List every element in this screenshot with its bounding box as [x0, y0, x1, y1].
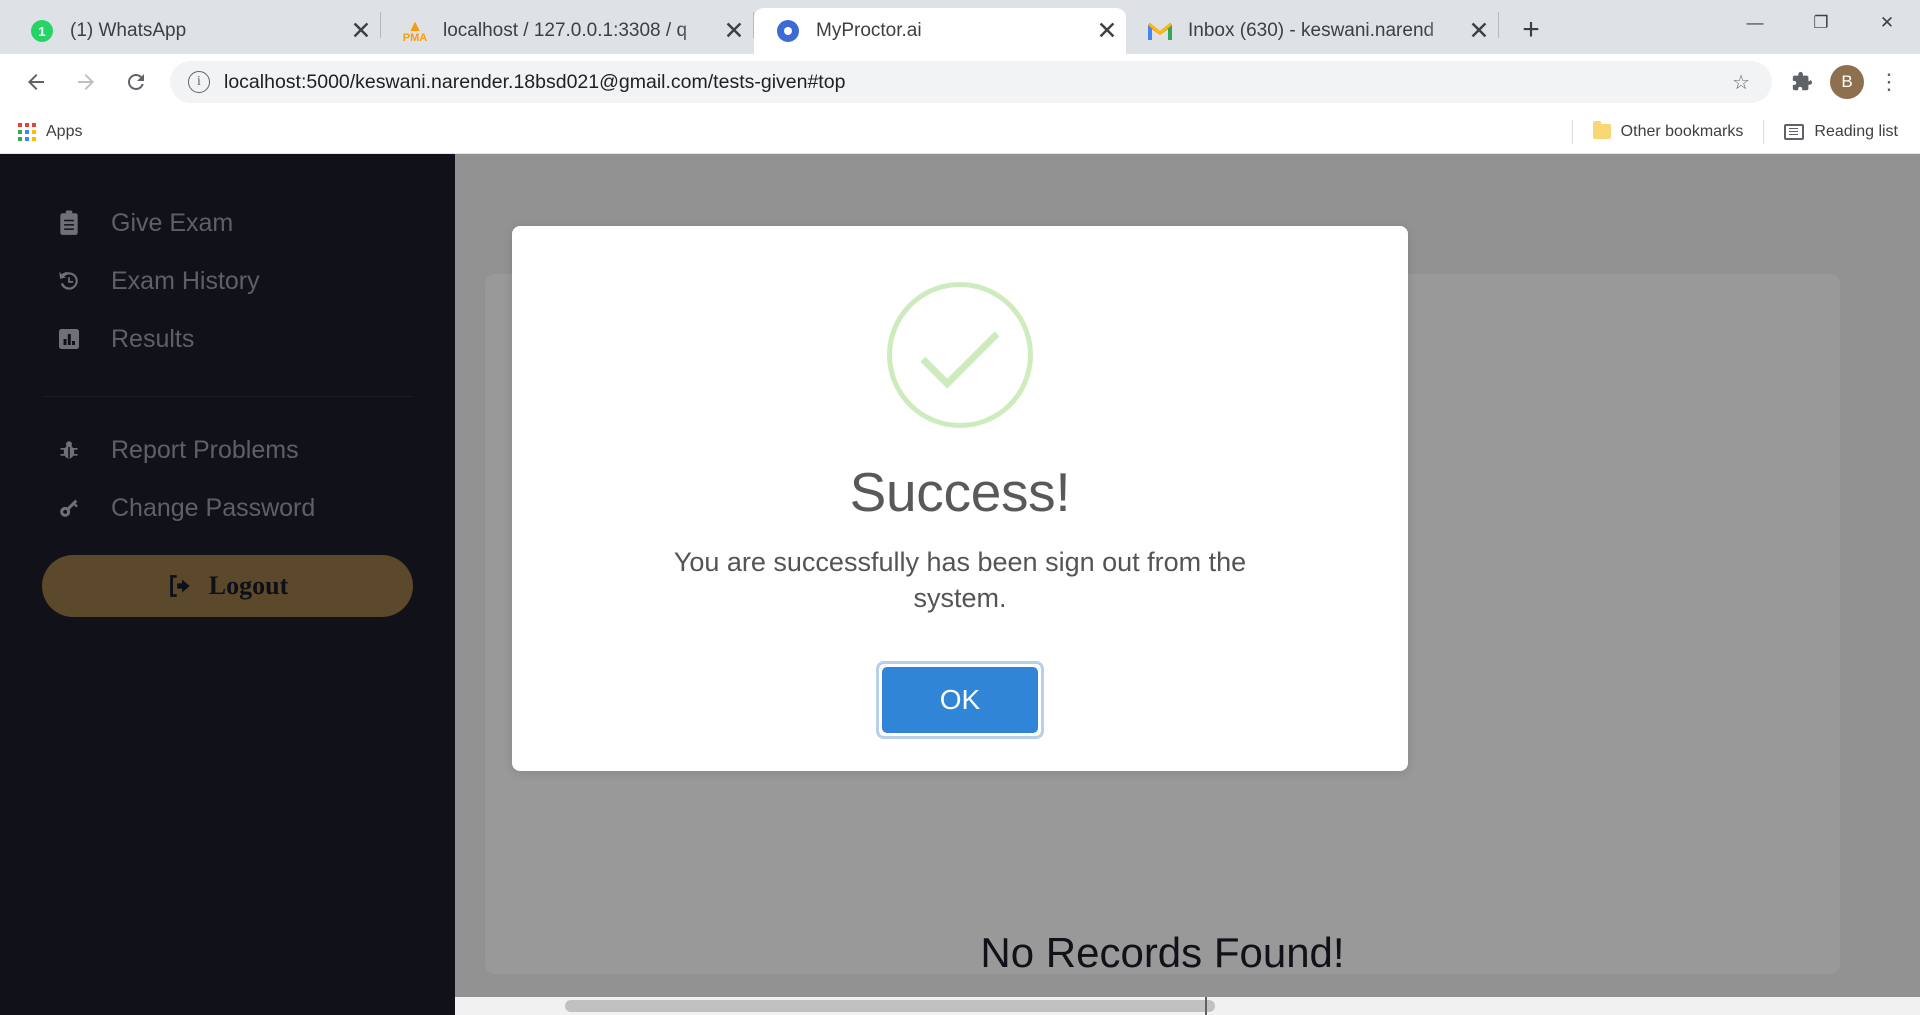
scrollbar-thumb[interactable]	[565, 1000, 1215, 1012]
tab-separator	[1498, 12, 1499, 38]
tab-close-button[interactable]: ✕	[1462, 14, 1496, 48]
ok-button-focus-ring: OK	[875, 660, 1045, 739]
minimize-button[interactable]: —	[1722, 0, 1788, 46]
profile-avatar[interactable]: B	[1830, 65, 1864, 99]
other-bookmarks-label: Other bookmarks	[1620, 122, 1744, 140]
reading-list-label: Reading list	[1814, 122, 1898, 140]
chrome-menu-button[interactable]: ⋮	[1872, 69, 1906, 95]
window-controls: — ❐ ✕	[1722, 0, 1920, 46]
tab-close-button[interactable]: ✕	[1090, 14, 1124, 48]
success-modal: Success! You are successfully has been s…	[512, 226, 1408, 771]
reload-button[interactable]	[114, 60, 158, 104]
chrome-browser-window: 1 (1) WhatsApp ✕ ▲ PMA localhost / 127.0.…	[0, 0, 1920, 1015]
browser-toolbar: i localhost:5000/keswani.narender.18bsd0…	[0, 54, 1920, 110]
bookmarks-bar: Apps Other bookmarks Reading list	[0, 110, 1920, 154]
whatsapp-icon: 1	[30, 19, 54, 43]
extensions-icon[interactable]	[1782, 71, 1822, 93]
myproctor-icon	[776, 19, 800, 43]
tab-title: localhost / 127.0.0.1:3308 / q	[443, 20, 688, 41]
apps-grid-icon	[18, 122, 36, 141]
apps-label: Apps	[46, 122, 83, 140]
other-bookmarks-button[interactable]: Other bookmarks	[1589, 121, 1748, 141]
folder-icon	[1592, 121, 1611, 139]
tab-title: Inbox (630) - keswani.narend	[1188, 20, 1435, 41]
tab-close-button[interactable]: ✕	[717, 14, 751, 48]
tab-strip: 1 (1) WhatsApp ✕ ▲ PMA localhost / 127.0.…	[0, 0, 1920, 54]
scrollbar-marker	[1205, 997, 1207, 1015]
apps-shortcut[interactable]: Apps	[18, 122, 83, 141]
forward-button[interactable]	[64, 60, 108, 104]
site-info-icon[interactable]: i	[188, 71, 210, 93]
bookmarks-divider	[1571, 119, 1573, 144]
url-text: localhost:5000/keswani.narender.18bsd021…	[224, 70, 846, 93]
browser-tab-myproctor[interactable]: MyProctor.ai ✕	[754, 8, 1126, 54]
gmail-icon	[1148, 19, 1172, 43]
reading-list-button[interactable]: Reading list	[1780, 123, 1902, 141]
tab-title: MyProctor.ai	[816, 20, 922, 41]
page-viewport: Give Exam Exam History Results Report Pr…	[0, 154, 1920, 1015]
back-button[interactable]	[14, 60, 58, 104]
ok-button[interactable]: OK	[881, 666, 1039, 733]
modal-title: Success!	[849, 461, 1071, 523]
browser-tab-phpmyadmin[interactable]: ▲ PMA localhost / 127.0.0.1:3308 / q ✕	[381, 8, 753, 54]
modal-message: You are successfully has been sign out f…	[673, 547, 1247, 614]
new-tab-button[interactable]: +	[1509, 8, 1553, 52]
success-check-icon	[887, 282, 1033, 428]
phpmyadmin-icon: ▲ PMA	[402, 17, 428, 44]
maximize-button[interactable]: ❐	[1788, 0, 1854, 46]
tab-title: (1) WhatsApp	[70, 20, 187, 41]
browser-tab-gmail[interactable]: Inbox (630) - keswani.narend ✕	[1126, 8, 1498, 54]
tab-close-button[interactable]: ✕	[344, 14, 378, 48]
bookmark-star-icon[interactable]: ☆	[1724, 70, 1758, 95]
address-bar[interactable]: i localhost:5000/keswani.narender.18bsd0…	[170, 61, 1772, 103]
bookmarks-divider	[1763, 119, 1765, 144]
whatsapp-badge: 1	[31, 20, 53, 42]
browser-tab-whatsapp[interactable]: 1 (1) WhatsApp ✕	[8, 8, 380, 54]
reading-list-icon	[1784, 123, 1805, 140]
close-window-button[interactable]: ✕	[1854, 0, 1920, 46]
horizontal-scrollbar[interactable]	[455, 997, 1920, 1015]
